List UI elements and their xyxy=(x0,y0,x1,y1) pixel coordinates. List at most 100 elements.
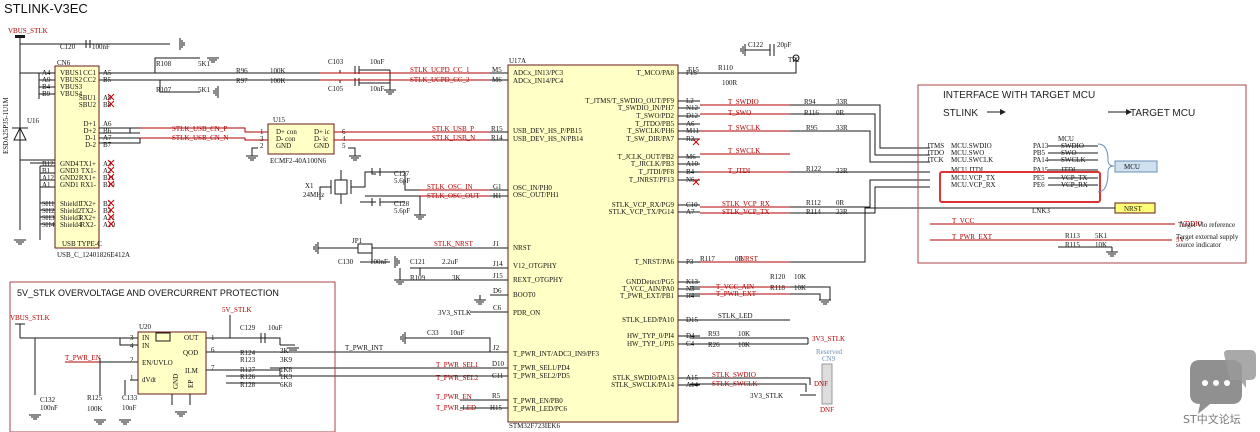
svg-text:STLK_VCP_RX: STLK_VCP_RX xyxy=(722,200,770,208)
svg-text:EP: EP xyxy=(187,380,195,388)
svg-text:GND: GND xyxy=(276,142,291,150)
cn6-ref: CN6 xyxy=(57,59,71,67)
svg-text:F15: F15 xyxy=(688,66,699,74)
svg-text:R110: R110 xyxy=(718,64,733,72)
mcu-pin-name: T_SWDIO_IN/PH7 xyxy=(618,104,674,112)
svg-text:R125: R125 xyxy=(87,394,103,402)
svg-text:C133: C133 xyxy=(122,394,138,402)
svg-text:ILM: ILM xyxy=(185,367,199,375)
svg-text:100K: 100K xyxy=(270,67,286,75)
svg-text:U20: U20 xyxy=(139,323,152,331)
usb-connector: CN6 USB TYPE-C USB_C_12401826E412A VBUS1… xyxy=(42,59,130,259)
svg-text:100R: 100R xyxy=(722,79,738,87)
svg-text:R126: R126 xyxy=(240,373,256,381)
svg-text:STLK_LED: STLK_LED xyxy=(718,312,753,320)
svg-text:T_PWR_SEL1: T_PWR_SEL1 xyxy=(436,361,479,369)
svg-text:R5: R5 xyxy=(492,392,501,400)
mcu-pin-name: V12_OTGPHY xyxy=(513,262,557,270)
mcu-pin-name: OSC_OUT/PH1 xyxy=(513,191,559,199)
svg-text:T_VCC: T_VCC xyxy=(952,217,975,225)
svg-text:100K: 100K xyxy=(87,405,103,413)
mcu-pin-name: STLK_LED/PA10 xyxy=(622,316,674,324)
cn6-pin-num: A1 xyxy=(42,181,51,189)
svg-text:NRST: NRST xyxy=(1124,205,1143,213)
ext-supply-note: Target external supply source indicator xyxy=(1176,233,1239,249)
svg-text:DNF: DNF xyxy=(820,406,834,414)
svg-text:EN/UVLO: EN/UVLO xyxy=(142,359,173,367)
svg-text:R109: R109 xyxy=(410,274,426,282)
svg-text:J15: J15 xyxy=(493,272,503,280)
svg-text:X1: X1 xyxy=(305,182,314,190)
svg-text:33R: 33R xyxy=(836,208,848,216)
mcu-pin-name: T_JNRST/PF13 xyxy=(629,176,675,184)
mcu-pin-name: ADCx_IN13/PC3 xyxy=(513,69,564,77)
svg-text:C33: C33 xyxy=(427,329,439,337)
svg-text:C121: C121 xyxy=(410,258,426,266)
cn6-pin-name: RX1- xyxy=(80,181,96,189)
iface-pin: PE6 xyxy=(1033,181,1045,189)
mcu-pin-name: T_PWR_EXT/PB1 xyxy=(620,292,675,300)
svg-text:C6: C6 xyxy=(493,304,502,312)
svg-text:STLK_SWDIO: STLK_SWDIO xyxy=(712,371,756,379)
svg-text:5.6pF: 5.6pF xyxy=(394,207,410,215)
svg-text:4: 4 xyxy=(130,342,134,350)
cn6-pin-name: Shield4 xyxy=(60,221,82,229)
mcu-pin-name: PDR_ON xyxy=(513,309,540,317)
svg-text:R26: R26 xyxy=(708,341,720,349)
cn6-pin-name: SBU2 xyxy=(79,101,97,109)
svg-text:2: 2 xyxy=(260,142,264,150)
svg-text:T_SWCLK: T_SWCLK xyxy=(728,147,760,155)
svg-text:1: 1 xyxy=(130,374,134,382)
svg-text:T_PWR_EN: T_PWR_EN xyxy=(65,354,101,362)
mcu-pin-name: USB_DEV_HS_P/PB15 xyxy=(513,127,582,135)
cn6-pin-num: SH4 xyxy=(42,221,55,229)
svg-text:T_PWR_LED: T_PWR_LED xyxy=(436,404,476,412)
svg-text:24MHz: 24MHz xyxy=(303,191,324,199)
svg-text:STLK_NRST: STLK_NRST xyxy=(434,240,474,248)
svg-text:3V3_STLK: 3V3_STLK xyxy=(812,335,845,343)
svg-text:R116: R116 xyxy=(804,109,819,117)
svg-text:U17A: U17A xyxy=(509,57,526,65)
svg-text:10nF: 10nF xyxy=(370,85,385,93)
svg-text:R93: R93 xyxy=(708,330,720,338)
svg-text:0R: 0R xyxy=(836,109,845,117)
cn6-pin-name: CC2 xyxy=(83,76,96,84)
svg-text:C129: C129 xyxy=(240,324,256,332)
svg-text:J2: J2 xyxy=(493,344,500,352)
mcu-pin-name: HW_TYP_0/PI4 xyxy=(627,332,675,340)
svg-text:DNF: DNF xyxy=(814,380,828,388)
svg-text:2.2uF: 2.2uF xyxy=(442,258,458,266)
svg-text:C103: C103 xyxy=(328,58,344,66)
cn6-part: USB_C_12401826E412A xyxy=(57,251,130,259)
svg-text:R96: R96 xyxy=(236,67,248,75)
svg-text:20pF: 20pF xyxy=(777,41,792,49)
cn6-pin-name: GND1 xyxy=(60,181,79,189)
u16-ref: U16 xyxy=(27,117,40,125)
svg-text:R115: R115 xyxy=(1065,241,1080,249)
mcu-pin-name: T_SW_DIR/PA7 xyxy=(626,135,674,143)
svg-text:R118: R118 xyxy=(770,284,785,292)
svg-text:R107: R107 xyxy=(156,86,172,94)
mcu-pin-name: STLK_VCP_TX/PG14 xyxy=(609,208,675,216)
schematic-title: STLINK-V3EC xyxy=(4,1,88,16)
mcu-pin-name: T_SWCLK/PH6 xyxy=(627,127,674,135)
vbus-stlk-label: VBUS_STLK xyxy=(8,27,48,35)
svg-text:T_PWR_EXT: T_PWR_EXT xyxy=(716,290,757,298)
svg-text:MCU: MCU xyxy=(1124,163,1140,171)
svg-text:STLK_OSC_IN: STLK_OSC_IN xyxy=(427,183,473,191)
svg-text:6: 6 xyxy=(211,346,215,354)
svg-text:STM32F723IEK6: STM32F723IEK6 xyxy=(509,422,560,430)
interface-right-label: TARGET MCU xyxy=(1130,108,1195,119)
svg-text:0R: 0R xyxy=(735,255,744,263)
svg-text:10K: 10K xyxy=(738,341,750,349)
svg-text:IN: IN xyxy=(142,334,149,342)
svg-text:T_PWR_INT: T_PWR_INT xyxy=(345,344,384,352)
svg-text:T_PWR_EXT: T_PWR_EXT xyxy=(952,233,993,241)
svg-text:5K1: 5K1 xyxy=(1095,232,1108,240)
mcu-pin-name: T_JRCLK/PB3 xyxy=(631,160,675,168)
mcu-pin-name: T_PWR_SEL2/PD5 xyxy=(513,372,570,380)
c120-label: C120 xyxy=(60,43,76,51)
svg-text:D10: D10 xyxy=(492,360,505,368)
svg-text:STLK_USB_P: STLK_USB_P xyxy=(432,125,474,133)
svg-text:10K: 10K xyxy=(1095,241,1107,249)
